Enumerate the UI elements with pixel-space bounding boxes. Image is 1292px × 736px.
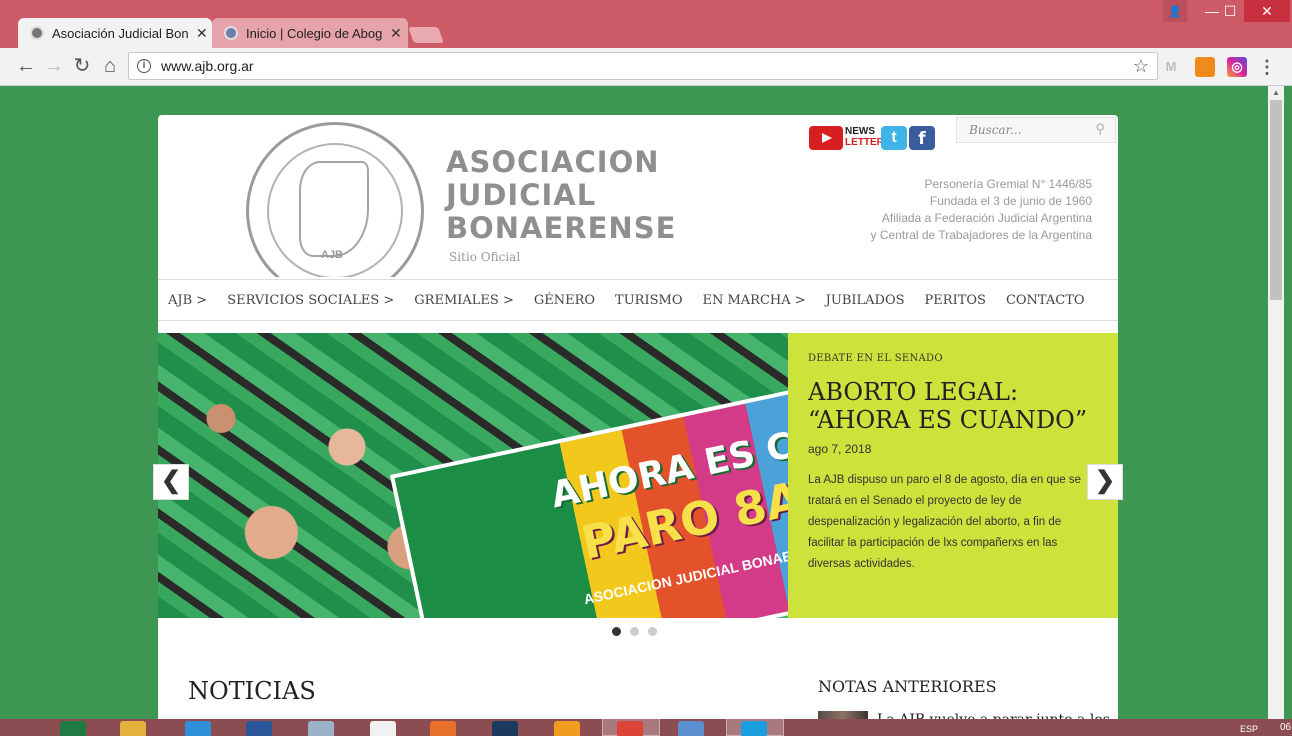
tab-label: Inicio | Colegio de Aboga — [246, 25, 382, 41]
info-line: Fundada el 3 de junio de 1960 — [929, 194, 1092, 208]
url-text[interactable]: www.ajb.org.ar — [161, 58, 254, 74]
reload-button[interactable]: ↻ — [70, 55, 94, 79]
slider-dot[interactable] — [630, 627, 639, 636]
slider-prev-button[interactable]: ❮ — [153, 464, 189, 500]
tab-ajb[interactable]: Asociación Judicial Bonae ✕ — [18, 18, 212, 48]
slide-date: ago 7, 2018 — [808, 442, 872, 456]
photoshop-icon[interactable] — [492, 721, 518, 736]
scrollbar-thumb[interactable] — [1270, 100, 1282, 300]
scroll-up-arrow-icon[interactable]: ▲ — [1268, 86, 1284, 100]
browser-toolbar: ← → ↻ ⌂ i www.ajb.org.ar ☆ M ◎ ⋮ — [0, 48, 1292, 86]
taskbar-time[interactable]: 06 — [1280, 722, 1291, 733]
new-tab-button[interactable] — [408, 27, 444, 43]
word-icon[interactable] — [246, 721, 272, 736]
info-line: Afiliada a Federación Judicial Argentina — [881, 211, 1092, 225]
youtube-icon[interactable] — [809, 126, 843, 150]
close-tab-icon[interactable]: ✕ — [196, 25, 208, 42]
nav-item-turismo[interactable]: TURISMO — [615, 293, 682, 308]
slide-caption: DEBATE EN EL SENADO ABORTO LEGAL: “AHORA… — [788, 333, 1118, 618]
newsletter-label: NEWS — [845, 126, 875, 137]
tab-colegio[interactable]: Inicio | Colegio de Aboga ✕ — [212, 18, 408, 48]
nav-item-peritos[interactable]: PERITOS — [925, 293, 986, 308]
excel-icon[interactable] — [60, 721, 86, 736]
union-info: Personería Gremial N° 1446/85 Fundada el… — [871, 176, 1092, 244]
slider-dot-active[interactable] — [612, 627, 621, 636]
nav-item-en-marcha[interactable]: EN MARCHA > — [702, 293, 805, 308]
ajb-favicon-icon — [30, 26, 44, 40]
bookmark-star-icon[interactable]: ☆ — [1133, 56, 1149, 77]
chart-extension-icon[interactable] — [1195, 57, 1215, 77]
close-window-button[interactable]: ✕ — [1244, 0, 1290, 22]
info-line: Personería Gremial N° 1446/85 — [924, 177, 1092, 191]
nav-item-ajb[interactable]: AJB > — [168, 293, 207, 308]
brand-subtitle: Sitio Oficial — [449, 250, 521, 264]
nav-item-jubilados[interactable]: JUBILADOS — [826, 293, 905, 308]
ajb-seal-logo: AJB — [246, 122, 424, 300]
noticias-heading: NOTICIAS — [188, 677, 316, 705]
slide-excerpt: La AJB dispuso un paro el 8 de agosto, d… — [808, 474, 1082, 570]
brand-line: ASOCIACION — [446, 145, 660, 179]
close-tab-icon[interactable]: ✕ — [390, 25, 402, 42]
home-button[interactable]: ⌂ — [98, 55, 122, 79]
info-line: y Central de Trabajadores de la Argentin… — [870, 228, 1092, 242]
colegio-favicon-icon — [224, 26, 238, 40]
nav-item-gremiales[interactable]: GREMIALES > — [414, 293, 514, 308]
notas-anteriores-heading: NOTAS ANTERIORES — [818, 677, 997, 696]
user-profile-icon[interactable]: 👤 — [1163, 0, 1187, 22]
acrobat-icon[interactable] — [370, 721, 396, 736]
main-nav: AJB > SERVICIOS SOCIALES > GREMIALES > G… — [158, 279, 1118, 321]
tab-label: Asociación Judicial Bonae — [52, 25, 188, 41]
app-icon[interactable] — [678, 721, 704, 736]
instagram-extension-icon[interactable]: ◎ — [1227, 57, 1247, 77]
slider-dot[interactable] — [648, 627, 657, 636]
nav-item-genero[interactable]: GÉNERO — [534, 293, 595, 308]
protest-banner: AHORA ES CUANDO PARO 8A ASOCIACION JUDIC… — [389, 385, 788, 618]
twitter-icon[interactable]: t — [881, 126, 907, 150]
site-brand[interactable]: ASOCIACION JUDICIAL BONAERENSE — [446, 146, 676, 245]
nav-item-contacto[interactable]: CONTACTO — [1006, 293, 1085, 308]
facebook-icon[interactable]: f — [909, 126, 935, 150]
search-icon[interactable]: ⚲ — [1095, 122, 1105, 137]
ie-icon[interactable] — [185, 721, 211, 736]
skype-icon[interactable] — [741, 721, 767, 736]
address-bar[interactable]: i www.ajb.org.ar ☆ — [128, 52, 1158, 80]
search-placeholder: Buscar... — [969, 123, 1022, 137]
brand-line: JUDICIAL — [446, 178, 597, 212]
forward-button[interactable]: → — [42, 55, 66, 79]
slide-image[interactable]: AHORA ES CUANDO PARO 8A ASOCIACION JUDIC… — [158, 333, 788, 618]
gmail-extension-icon[interactable]: M — [1161, 57, 1181, 77]
slider-pagination — [612, 627, 666, 636]
newsletter-label: LETTER — [845, 137, 884, 148]
info-icon[interactable]: i — [137, 59, 151, 73]
slide-category[interactable]: DEBATE EN EL SENADO — [808, 353, 1098, 364]
paint-icon[interactable] — [308, 721, 334, 736]
newsletter-link[interactable]: NEWS LETTER — [845, 126, 884, 148]
search-input[interactable]: Buscar... ⚲ — [956, 117, 1116, 143]
brand-line: BONAERENSE — [446, 211, 677, 245]
slide-headline[interactable]: ABORTO LEGAL: “AHORA ES CUANDO” — [808, 378, 1098, 434]
folder-icon[interactable] — [120, 721, 146, 736]
browser-menu-icon[interactable]: ⋮ — [1257, 57, 1277, 77]
firefox-icon[interactable] — [430, 721, 456, 736]
province-map-icon — [299, 161, 369, 257]
vlc-icon[interactable] — [554, 721, 580, 736]
taskbar-language[interactable]: ESP — [1240, 724, 1258, 734]
chrome-icon[interactable] — [617, 721, 643, 736]
nav-item-servicios-sociales[interactable]: SERVICIOS SOCIALES > — [227, 293, 394, 308]
slider-next-button[interactable]: ❯ — [1087, 464, 1123, 500]
back-button[interactable]: ← — [14, 55, 38, 79]
maximize-button[interactable]: ☐ — [1218, 0, 1242, 22]
seal-label: AJB — [321, 249, 344, 261]
